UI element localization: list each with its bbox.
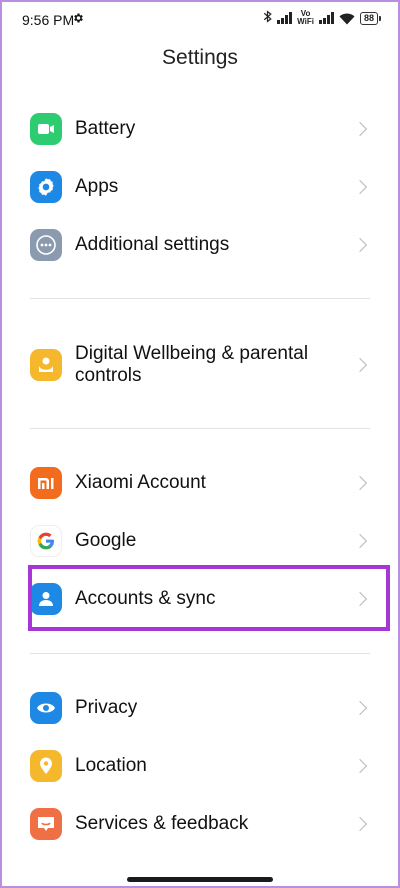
label-line-1: Digital Wellbeing & parental — [75, 343, 309, 364]
home-indicator[interactable] — [127, 877, 273, 882]
google-logo-icon — [30, 525, 62, 557]
status-time: 9:56 PM — [22, 12, 75, 28]
settings-item-label: Additional settings — [75, 234, 230, 255]
mi-logo-icon — [30, 467, 62, 499]
battery-level: 88 — [359, 11, 382, 25]
label-line-2: controls — [75, 365, 142, 386]
eye-icon — [30, 692, 62, 724]
settings-gear-icon — [72, 11, 84, 27]
chevron-right-icon — [352, 816, 368, 832]
settings-item-digital-wellbeing[interactable]: Digital Wellbeing & parental controls — [0, 340, 400, 390]
signal-strength-2-icon — [318, 12, 334, 24]
settings-item-services-feedback[interactable]: Services & feedback — [0, 805, 400, 843]
settings-item-additional-settings[interactable]: Additional settings — [0, 226, 400, 264]
status-bar: 9:56 PM Vo WiFi 88 — [0, 0, 400, 40]
settings-item-label: Location — [75, 755, 147, 776]
chevron-right-icon — [352, 475, 368, 491]
location-pin-icon — [30, 750, 62, 782]
feedback-icon — [30, 808, 62, 840]
settings-item-label: Digital Wellbeing & parental controls — [75, 343, 308, 387]
chevron-right-icon — [352, 121, 368, 137]
signal-strength-icon — [277, 12, 293, 24]
chevron-right-icon — [352, 533, 368, 549]
vowifi-bottom-text: WiFi — [297, 17, 314, 26]
chevron-right-icon — [352, 237, 368, 253]
section-divider — [30, 653, 370, 654]
settings-item-location[interactable]: Location — [0, 747, 400, 785]
gear-icon — [30, 171, 62, 203]
settings-item-battery[interactable]: Battery — [0, 110, 400, 148]
highlight-box — [28, 565, 390, 631]
settings-item-privacy[interactable]: Privacy — [0, 689, 400, 727]
section-divider — [30, 298, 370, 299]
settings-item-apps[interactable]: Apps — [0, 168, 400, 206]
page-title: Settings — [162, 46, 238, 69]
settings-item-label: Battery — [75, 118, 136, 139]
settings-item-label: Apps — [75, 176, 119, 197]
chevron-right-icon — [352, 700, 368, 716]
vowifi-indicator: Vo WiFi — [297, 10, 314, 26]
settings-item-xiaomi-account[interactable]: Xiaomi Account — [0, 464, 400, 502]
battery-icon — [30, 113, 62, 145]
settings-item-label: Google — [75, 530, 137, 551]
settings-item-google[interactable]: Google — [0, 522, 400, 560]
chevron-right-icon — [352, 179, 368, 195]
wellbeing-icon — [30, 349, 62, 381]
bluetooth-icon — [263, 10, 272, 26]
status-icons: Vo WiFi 88 — [263, 10, 382, 26]
settings-item-label: Privacy — [75, 697, 138, 718]
wifi-icon — [339, 12, 355, 25]
chevron-right-icon — [352, 758, 368, 774]
settings-item-label: Xiaomi Account — [75, 472, 206, 493]
more-dots-icon — [30, 229, 62, 261]
chevron-right-icon — [352, 357, 368, 373]
settings-item-label: Services & feedback — [75, 813, 249, 834]
section-divider — [30, 428, 370, 429]
